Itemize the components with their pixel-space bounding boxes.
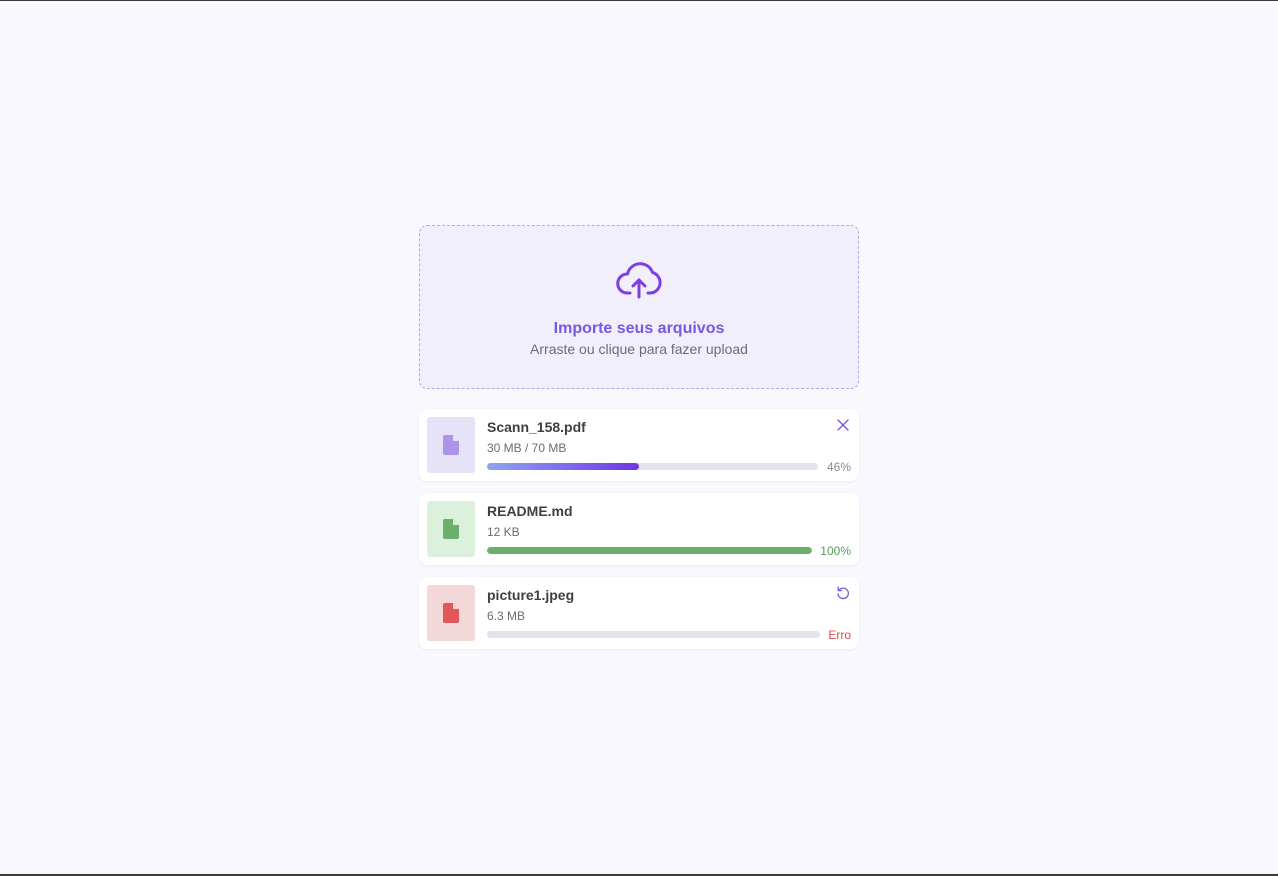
- file-item: README.md 12 KB 100%: [419, 493, 859, 565]
- file-item: Scann_158.pdf 30 MB / 70 MB 46%: [419, 409, 859, 481]
- file-size: 6.3 MB: [487, 609, 526, 623]
- file-icon: [443, 603, 459, 623]
- file-size: 12 KB: [487, 525, 520, 539]
- file-icon: [443, 435, 459, 455]
- upload-subtitle: Arraste ou clique para fazer upload: [530, 341, 748, 357]
- retry-icon[interactable]: [836, 586, 850, 600]
- progress-percent: 46%: [826, 460, 851, 474]
- error-status: Erro: [828, 628, 851, 642]
- upload-dropzone[interactable]: Importe seus arquivos Arraste ou clique …: [419, 225, 859, 389]
- progress-track: [487, 547, 812, 554]
- file-icon: [443, 519, 459, 539]
- file-name: picture1.jpeg: [487, 587, 575, 603]
- file-name: README.md: [487, 503, 573, 519]
- file-name: Scann_158.pdf: [487, 419, 586, 435]
- file-thumbnail: [427, 585, 475, 641]
- upload-title: Importe seus arquivos: [553, 320, 725, 337]
- file-thumbnail: [427, 417, 475, 473]
- upload-panel: Importe seus arquivos Arraste ou clique …: [419, 225, 859, 649]
- progress-fill: [487, 547, 812, 554]
- progress-track: [487, 463, 818, 470]
- file-size: 30 MB / 70 MB: [487, 441, 567, 455]
- progress-fill: [487, 463, 640, 470]
- close-icon[interactable]: [836, 418, 850, 432]
- file-item: picture1.jpeg 6.3 MB Erro: [419, 577, 859, 649]
- progress-percent: 100%: [820, 544, 851, 558]
- file-thumbnail: [427, 501, 475, 557]
- cloud-upload-icon: [616, 262, 662, 299]
- progress-track: [487, 631, 820, 638]
